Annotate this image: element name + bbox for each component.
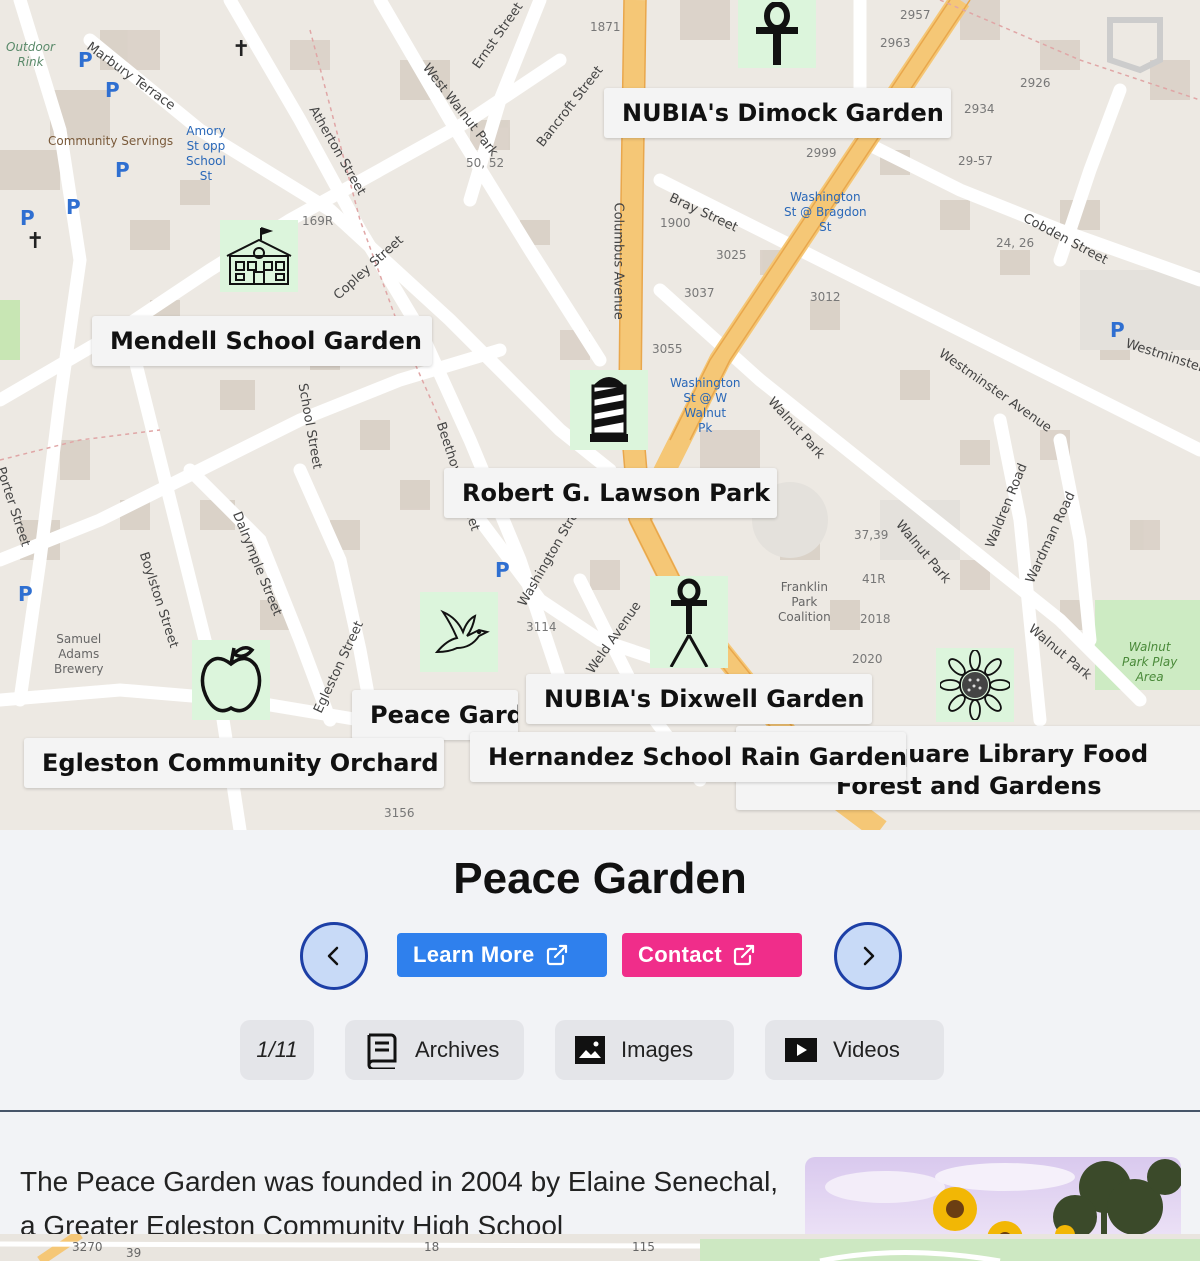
garden-label-dimock[interactable]: NUBIA's Dimock Garden [604,88,951,138]
external-link-icon [546,944,567,966]
page-counter-label: 1/11 [256,1037,298,1062]
page-counter: 1/11 [240,1020,314,1080]
previous-button[interactable] [300,922,368,990]
house-number: 2934 [964,102,995,116]
minimap-number: 39 [126,1246,142,1260]
archives-label: Archives [415,1037,500,1062]
garden-label-lawson[interactable]: Robert G. Lawson Park [444,468,777,518]
parking-icon: P [105,78,120,102]
house-number: 169R [302,214,334,228]
parking-icon: P [66,195,81,219]
house-number: 2926 [1020,76,1051,90]
house-number: 37,39 [854,528,889,542]
divider [0,1110,1200,1112]
house-number: 2020 [852,652,883,666]
poi-label: Washington St @ Bragdon St [784,190,867,234]
image-icon [575,1036,605,1064]
poi-label: Franklin Park Coalition [778,580,831,624]
garden-label-hernandez[interactable]: Hernandez School Rain Garden [470,732,906,782]
minimap-tiles [0,1234,1200,1261]
parking-icon: P [115,158,130,182]
images-label: Images [621,1037,694,1062]
barber-pole-icon[interactable] [570,370,648,450]
archives-tab[interactable]: Archives [345,1020,524,1080]
house-number: 1871 [590,20,621,34]
parking-icon: P [18,582,33,606]
house-number: 3156 [384,806,415,820]
poi-label: Samuel Adams Brewery [54,632,104,676]
house-number: 2018 [860,612,891,626]
parking-icon: P [20,206,35,230]
street-label: Columbus Avenue [610,202,626,320]
sunflower-icon[interactable] [936,648,1014,722]
external-link-icon [733,944,755,966]
ankh-pyramid-icon[interactable] [650,576,728,668]
house-number: 41R [862,572,886,586]
dove-icon[interactable] [420,592,498,672]
learn-more-label: Learn More [413,942,535,967]
house-number: 3055 [652,342,683,356]
garden-title: Peace Garden [453,854,747,903]
minimap-number: 3270 [72,1240,103,1254]
poi-label: Amory St opp School St [186,124,226,183]
garden-label-orchard[interactable]: Egleston Community Orchard [24,738,444,788]
minimap-strip[interactable]: 3270 39 18 115 [0,1234,1200,1261]
poi-label: Washington St @ W Walnut Pk [670,376,741,435]
learn-more-button[interactable]: Learn More [397,933,607,977]
parking-icon: P [495,558,510,582]
garden-label-mendell[interactable]: Mendell School Garden [92,316,432,366]
house-number: 1900 [660,216,691,230]
detail-panel: Peace Garden Learn More Contact 1/11 Arc… [0,830,1200,1247]
map[interactable]: P P P P P P P P ✝ ✝ Marbury Terrace West… [0,0,1200,830]
videos-tab[interactable]: Videos [765,1020,944,1080]
apple-icon[interactable] [192,640,270,720]
videos-label: Videos [833,1037,900,1062]
chevron-right-icon [863,946,875,966]
contact-label: Contact [638,942,722,967]
poi-label: Outdoor Rink [6,40,55,69]
minimap-number: 115 [632,1240,655,1254]
house-number: 3012 [810,290,841,304]
images-tab[interactable]: Images [555,1020,734,1080]
ankh-icon[interactable] [738,0,816,68]
contact-button[interactable]: Contact [622,933,802,977]
poi-label: Walnut Park Play Area [1122,640,1178,684]
church-icon: ✝ [26,228,45,253]
parking-icon: P [1110,318,1125,342]
house-number: 50, 52 [466,156,505,170]
house-number: 3025 [716,248,747,262]
house-number: 29-57 [958,154,993,168]
house-number: 2963 [880,36,911,50]
poi-label: Community Servings [48,134,174,148]
next-button[interactable] [834,922,902,990]
chevron-left-icon [327,946,339,966]
book-icon [365,1031,399,1069]
house-number: 24, 26 [996,236,1035,250]
play-icon [785,1038,817,1062]
church-icon: ✝ [232,36,251,61]
minimap-number: 18 [424,1240,440,1254]
garden-label-dixwell[interactable]: NUBIA's Dixwell Garden [526,674,872,724]
school-icon[interactable] [220,220,298,292]
house-number: 2999 [806,146,837,160]
house-number: 3037 [684,286,715,300]
house-number: 3114 [526,620,557,634]
house-number: 2957 [900,8,931,22]
